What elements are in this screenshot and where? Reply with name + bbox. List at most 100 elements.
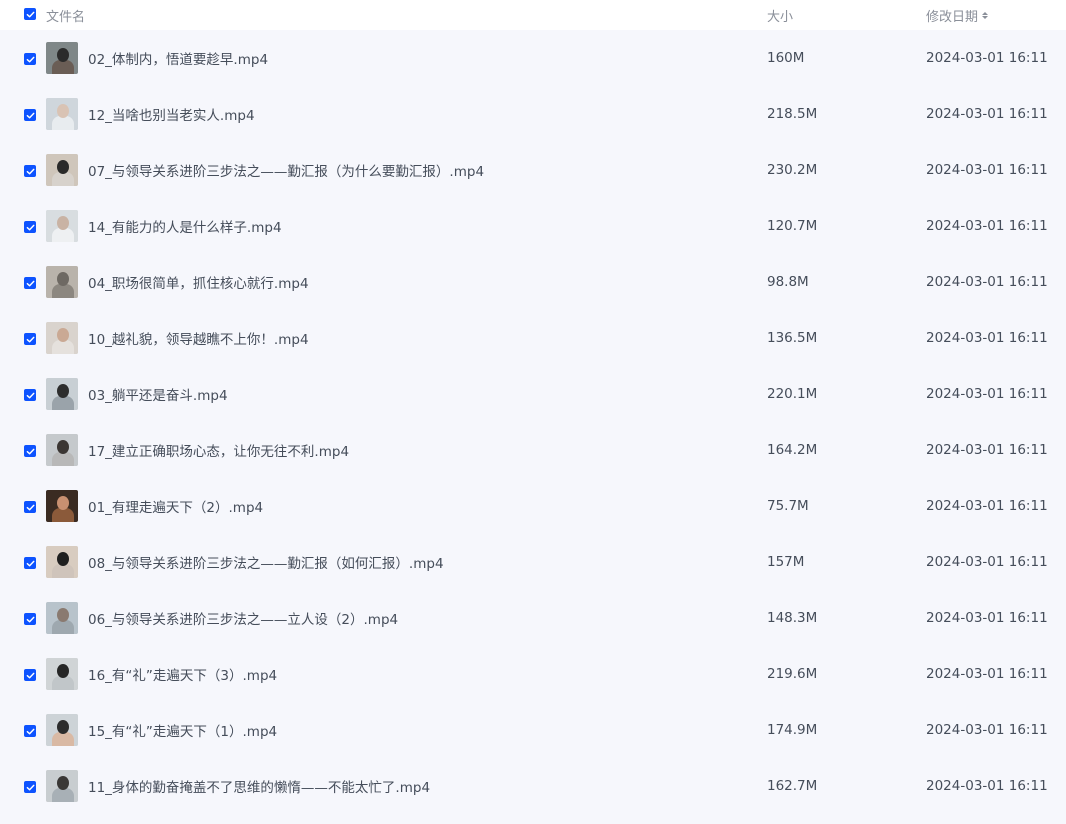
video-thumbnail[interactable] xyxy=(46,266,78,298)
row-checkbox[interactable] xyxy=(24,389,36,402)
file-size: 157M xyxy=(767,554,805,570)
file-name[interactable]: 07_与领导关系进阶三步法之——勤汇报（为什么要勤汇报）.mp4 xyxy=(88,160,484,180)
row-checkbox[interactable] xyxy=(24,221,36,234)
file-name[interactable]: 17_建立正确职场心态，让你无往不利.mp4 xyxy=(88,440,349,460)
file-modified-date: 2024-03-01 16:11 xyxy=(926,218,1048,234)
check-icon xyxy=(26,448,34,455)
check-icon xyxy=(26,224,34,231)
column-header-name[interactable]: 文件名 xyxy=(46,6,85,25)
file-modified-date: 2024-03-01 16:11 xyxy=(926,162,1048,178)
check-icon xyxy=(26,112,34,119)
video-thumbnail[interactable] xyxy=(46,658,78,690)
check-icon xyxy=(26,784,34,791)
check-icon xyxy=(26,56,34,63)
table-row[interactable]: 15_有“礼”走遍天下（1）.mp4 174.9M 2024-03-01 16:… xyxy=(0,702,1066,758)
video-thumbnail[interactable] xyxy=(46,546,78,578)
file-modified-date: 2024-03-01 16:11 xyxy=(926,386,1048,402)
file-modified-date: 2024-03-01 16:11 xyxy=(926,722,1048,738)
table-row[interactable]: 02_体制内，悟道要趁早.mp4 160M 2024-03-01 16:11 xyxy=(0,30,1066,86)
row-checkbox[interactable] xyxy=(24,781,36,794)
column-header-size[interactable]: 大小 xyxy=(767,6,793,25)
file-name[interactable]: 01_有理走遍天下（2）.mp4 xyxy=(88,496,263,516)
check-icon xyxy=(26,560,34,567)
video-thumbnail[interactable] xyxy=(46,490,78,522)
file-modified-date: 2024-03-01 16:11 xyxy=(926,106,1048,122)
file-name[interactable]: 16_有“礼”走遍天下（3）.mp4 xyxy=(88,664,277,684)
check-icon xyxy=(26,728,34,735)
row-checkbox[interactable] xyxy=(24,165,36,178)
table-row[interactable]: 11_身体的勤奋掩盖不了思维的懒惰——不能太忙了.mp4 162.7M 2024… xyxy=(0,758,1066,814)
row-checkbox[interactable] xyxy=(24,333,36,346)
select-all-checkbox[interactable] xyxy=(24,8,36,20)
file-modified-date: 2024-03-01 16:11 xyxy=(926,442,1048,458)
video-thumbnail[interactable] xyxy=(46,210,78,242)
video-thumbnail[interactable] xyxy=(46,154,78,186)
table-row[interactable]: 14_有能力的人是什么样子.mp4 120.7M 2024-03-01 16:1… xyxy=(0,198,1066,254)
table-row[interactable]: 10_越礼貌，领导越瞧不上你！.mp4 136.5M 2024-03-01 16… xyxy=(0,310,1066,366)
table-row[interactable]: 06_与领导关系进阶三步法之——立人设（2）.mp4 148.3M 2024-0… xyxy=(0,590,1066,646)
table-row[interactable]: 01_有理走遍天下（2）.mp4 75.7M 2024-03-01 16:11 xyxy=(0,478,1066,534)
table-row[interactable]: 12_当啥也别当老实人.mp4 218.5M 2024-03-01 16:11 xyxy=(0,86,1066,142)
file-name[interactable]: 04_职场很简单，抓住核心就行.mp4 xyxy=(88,272,309,292)
table-header: 文件名 大小 修改日期 xyxy=(0,0,1066,30)
row-checkbox[interactable] xyxy=(24,613,36,626)
file-name[interactable]: 02_体制内，悟道要趁早.mp4 xyxy=(88,48,268,68)
file-size: 164.2M xyxy=(767,442,818,458)
row-checkbox[interactable] xyxy=(24,501,36,514)
file-modified-date: 2024-03-01 16:11 xyxy=(926,778,1048,794)
video-thumbnail[interactable] xyxy=(46,42,78,74)
file-list-body: 02_体制内，悟道要趁早.mp4 160M 2024-03-01 16:11 1… xyxy=(0,30,1066,824)
video-thumbnail[interactable] xyxy=(46,322,78,354)
table-row[interactable]: 17_建立正确职场心态，让你无往不利.mp4 164.2M 2024-03-01… xyxy=(0,422,1066,478)
check-icon xyxy=(26,11,34,17)
file-size: 218.5M xyxy=(767,106,818,122)
row-checkbox[interactable] xyxy=(24,445,36,458)
video-thumbnail[interactable] xyxy=(46,434,78,466)
column-header-date[interactable]: 修改日期 xyxy=(926,6,989,25)
row-checkbox[interactable] xyxy=(24,53,36,66)
sort-icon[interactable] xyxy=(982,12,989,19)
row-checkbox[interactable] xyxy=(24,725,36,738)
video-thumbnail[interactable] xyxy=(46,770,78,802)
file-size: 220.1M xyxy=(767,386,818,402)
column-header-date-label: 修改日期 xyxy=(926,10,979,25)
file-name[interactable]: 10_越礼貌，领导越瞧不上你！.mp4 xyxy=(88,328,309,348)
table-row[interactable]: 16_有“礼”走遍天下（3）.mp4 219.6M 2024-03-01 16:… xyxy=(0,646,1066,702)
file-name[interactable]: 11_身体的勤奋掩盖不了思维的懒惰——不能太忙了.mp4 xyxy=(88,776,430,796)
file-size: 174.9M xyxy=(767,722,818,738)
table-row[interactable]: 04_职场很简单，抓住核心就行.mp4 98.8M 2024-03-01 16:… xyxy=(0,254,1066,310)
file-name[interactable]: 15_有“礼”走遍天下（1）.mp4 xyxy=(88,720,277,740)
row-checkbox[interactable] xyxy=(24,557,36,570)
row-checkbox[interactable] xyxy=(24,669,36,682)
file-modified-date: 2024-03-01 16:11 xyxy=(926,610,1048,626)
video-thumbnail[interactable] xyxy=(46,378,78,410)
check-icon xyxy=(26,392,34,399)
file-name[interactable]: 03_躺平还是奋斗.mp4 xyxy=(88,384,228,404)
file-size: 75.7M xyxy=(767,498,809,514)
video-thumbnail[interactable] xyxy=(46,602,78,634)
table-row[interactable]: 03_躺平还是奋斗.mp4 220.1M 2024-03-01 16:11 xyxy=(0,366,1066,422)
check-icon xyxy=(26,168,34,175)
file-modified-date: 2024-03-01 16:11 xyxy=(926,50,1048,66)
file-modified-date: 2024-03-01 16:11 xyxy=(926,274,1048,290)
file-modified-date: 2024-03-01 16:11 xyxy=(926,498,1048,514)
table-row[interactable]: 08_与领导关系进阶三步法之——勤汇报（如何汇报）.mp4 157M 2024-… xyxy=(0,534,1066,590)
file-name[interactable]: 14_有能力的人是什么样子.mp4 xyxy=(88,216,282,236)
file-size: 136.5M xyxy=(767,330,818,346)
file-name[interactable]: 06_与领导关系进阶三步法之——立人设（2）.mp4 xyxy=(88,608,398,628)
file-name[interactable]: 12_当啥也别当老实人.mp4 xyxy=(88,104,255,124)
file-name[interactable]: 08_与领导关系进阶三步法之——勤汇报（如何汇报）.mp4 xyxy=(88,552,444,572)
check-icon xyxy=(26,280,34,287)
row-checkbox[interactable] xyxy=(24,109,36,122)
file-size: 162.7M xyxy=(767,778,818,794)
video-thumbnail[interactable] xyxy=(46,714,78,746)
video-thumbnail[interactable] xyxy=(46,98,78,130)
file-modified-date: 2024-03-01 16:11 xyxy=(926,554,1048,570)
table-row[interactable]: 07_与领导关系进阶三步法之——勤汇报（为什么要勤汇报）.mp4 230.2M … xyxy=(0,142,1066,198)
file-size: 120.7M xyxy=(767,218,818,234)
file-size: 148.3M xyxy=(767,610,818,626)
file-list-table: 文件名 大小 修改日期 02_体制内，悟道要趁早.mp4 160M 2024-0… xyxy=(0,0,1066,824)
file-size: 230.2M xyxy=(767,162,818,178)
row-checkbox[interactable] xyxy=(24,277,36,290)
check-icon xyxy=(26,616,34,623)
